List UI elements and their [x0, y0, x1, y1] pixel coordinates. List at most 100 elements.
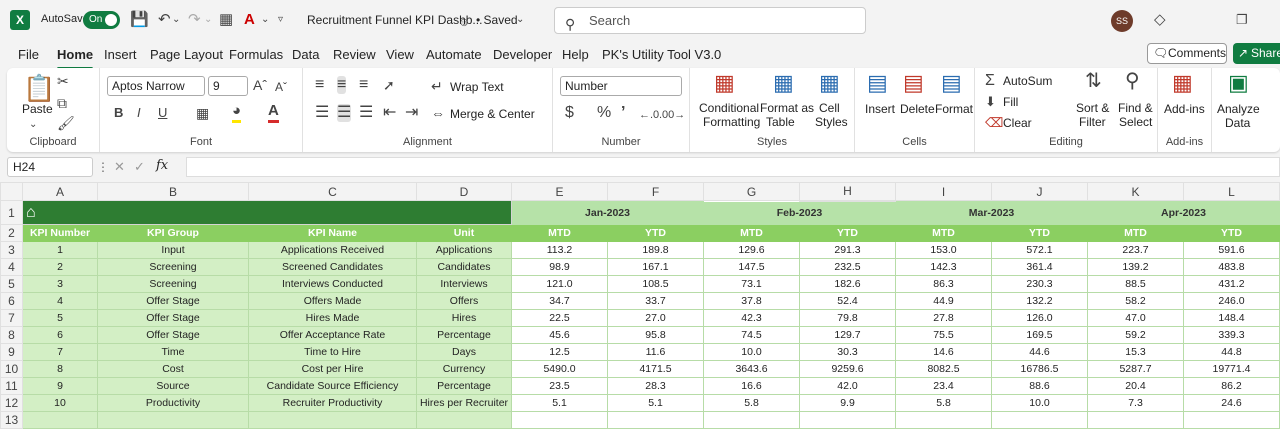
enter-icon[interactable]: ✓ — [134, 159, 145, 175]
table-cell[interactable]: 8082.5 — [895, 360, 992, 378]
table-cell[interactable]: 132.2 — [991, 292, 1088, 310]
table-cell[interactable]: 44.8 — [1183, 343, 1280, 361]
table-cell[interactable]: 45.6 — [511, 326, 608, 344]
table-cell[interactable]: 7.3 — [1087, 394, 1184, 412]
share-button[interactable]: ↗ Share — [1233, 43, 1280, 64]
analyze-data-label[interactable]: Analyze — [1217, 102, 1260, 116]
table-cell[interactable]: 73.1 — [703, 275, 800, 293]
banner-cell[interactable]: ⌂ — [22, 200, 512, 225]
analyze-data-icon[interactable]: ▣ — [1228, 72, 1249, 94]
name-box[interactable]: H24 — [7, 157, 93, 177]
table-cell[interactable] — [607, 411, 704, 429]
table-cell[interactable]: 86.2 — [1183, 377, 1280, 395]
table-cell[interactable]: 167.1 — [607, 258, 704, 276]
table-cell[interactable]: 33.7 — [607, 292, 704, 310]
table-cell[interactable]: Cost per Hire — [248, 360, 417, 378]
table-cell[interactable]: 431.2 — [1183, 275, 1280, 293]
font-name-select[interactable]: Aptos Narrow — [107, 76, 205, 96]
table-cell[interactable] — [22, 411, 98, 429]
table-cell[interactable]: 42.3 — [703, 309, 800, 327]
menu-data[interactable]: Data — [292, 47, 319, 62]
header-feb-ytd[interactable]: YTD — [799, 224, 896, 242]
menu-view[interactable]: View — [386, 47, 414, 62]
addins-icon[interactable]: ▦ — [1172, 72, 1193, 94]
save-icon[interactable]: 💾 — [130, 10, 149, 30]
table-cell[interactable]: Productivity — [97, 394, 249, 412]
row-header[interactable]: 8 — [0, 326, 23, 344]
table-cell[interactable]: 291.3 — [799, 241, 896, 259]
format-painter-icon[interactable]: 🖌 — [57, 114, 75, 132]
menu-utility-tool[interactable]: PK's Utility Tool V3.0 — [602, 47, 721, 62]
menu-page-layout[interactable]: Page Layout — [150, 47, 223, 62]
undo-icon[interactable]: ↶ — [158, 10, 171, 30]
accounting-format-icon[interactable]: $ — [565, 104, 574, 122]
table-cell[interactable]: Applications Received — [248, 241, 417, 259]
month-header-mar[interactable]: Mar-2023 — [895, 200, 1088, 225]
format-cells-icon[interactable]: ▤ — [941, 72, 962, 94]
table-cell[interactable]: Offers Made — [248, 292, 417, 310]
increase-font-icon[interactable]: Aˆ — [253, 76, 267, 94]
table-cell[interactable]: 28.3 — [607, 377, 704, 395]
table-cell[interactable]: 95.8 — [607, 326, 704, 344]
align-center-icon[interactable]: ☰ — [337, 104, 352, 122]
table-cell[interactable]: 88.6 — [991, 377, 1088, 395]
table-cell[interactable]: 139.2 — [1087, 258, 1184, 276]
copy-icon[interactable]: ⧉ — [57, 94, 67, 112]
table-cell[interactable]: 27.8 — [895, 309, 992, 327]
table-cell[interactable]: 246.0 — [1183, 292, 1280, 310]
table-cell[interactable]: 339.3 — [1183, 326, 1280, 344]
table-cell[interactable]: 24.6 — [1183, 394, 1280, 412]
underline-icon[interactable]: U — [158, 104, 167, 122]
analyze-data-label2[interactable]: Data — [1225, 116, 1250, 130]
table-cell[interactable]: 1 — [22, 241, 98, 259]
header-kpi-number[interactable]: KPI Number — [22, 224, 98, 242]
col-header-l[interactable]: L — [1183, 182, 1280, 201]
table-cell[interactable]: 8 — [22, 360, 98, 378]
table-cell[interactable]: Candidates — [416, 258, 512, 276]
table-cell[interactable]: 113.2 — [511, 241, 608, 259]
format-as-table-label2[interactable]: Table — [766, 115, 795, 129]
row-header[interactable]: 4 — [0, 258, 23, 276]
cut-icon[interactable]: ✂ — [57, 72, 69, 90]
header-kpi-name[interactable]: KPI Name — [248, 224, 417, 242]
col-header-e[interactable]: E — [511, 182, 608, 201]
format-as-table-icon[interactable]: ▦ — [773, 72, 794, 94]
menu-automate[interactable]: Automate — [426, 47, 482, 62]
col-header-b[interactable]: B — [97, 182, 249, 201]
autosave-toggle[interactable]: On — [83, 11, 120, 29]
table-cell[interactable]: 6 — [22, 326, 98, 344]
table-cell[interactable] — [895, 411, 992, 429]
cell-styles-label2[interactable]: Styles — [815, 115, 848, 129]
spreadsheet-grid[interactable]: A B C D E F G H I J K L 1 ⌂ Jan-2023 Feb… — [0, 182, 1280, 432]
table-cell[interactable]: 4 — [22, 292, 98, 310]
avatar[interactable]: SS — [1111, 10, 1133, 32]
month-header-jan[interactable]: Jan-2023 — [511, 200, 704, 225]
table-cell[interactable]: 47.0 — [1087, 309, 1184, 327]
header-jan-ytd[interactable]: YTD — [607, 224, 704, 242]
table-cell[interactable]: Offer Stage — [97, 326, 249, 344]
table-cell[interactable]: 23.4 — [895, 377, 992, 395]
table-cell[interactable]: 9 — [22, 377, 98, 395]
search-input[interactable]: ⚲ Search — [554, 7, 866, 34]
table-cell[interactable]: 5.1 — [607, 394, 704, 412]
cell-styles-icon[interactable]: ▦ — [819, 72, 840, 94]
row-header[interactable]: 7 — [0, 309, 23, 327]
find-select-label[interactable]: Find & — [1118, 101, 1153, 115]
table-cell[interactable]: Recruiter Productivity — [248, 394, 417, 412]
table-cell[interactable]: 189.8 — [607, 241, 704, 259]
header-jan-mtd[interactable]: MTD — [511, 224, 608, 242]
percent-style-icon[interactable]: % — [597, 104, 611, 122]
table-cell[interactable]: 121.0 — [511, 275, 608, 293]
header-apr-mtd[interactable]: MTD — [1087, 224, 1184, 242]
more-icon[interactable]: ⋮ — [97, 160, 109, 174]
insert-cells-label[interactable]: Insert — [865, 102, 895, 116]
table-cell[interactable]: Time to Hire — [248, 343, 417, 361]
header-feb-mtd[interactable]: MTD — [703, 224, 800, 242]
table-cell[interactable]: 59.2 — [1087, 326, 1184, 344]
table-cell[interactable] — [991, 411, 1088, 429]
header-mar-ytd[interactable]: YTD — [991, 224, 1088, 242]
formula-input[interactable] — [186, 157, 1280, 177]
select-all-corner[interactable] — [0, 182, 23, 201]
table-cell[interactable]: 591.6 — [1183, 241, 1280, 259]
table-cell[interactable] — [703, 411, 800, 429]
